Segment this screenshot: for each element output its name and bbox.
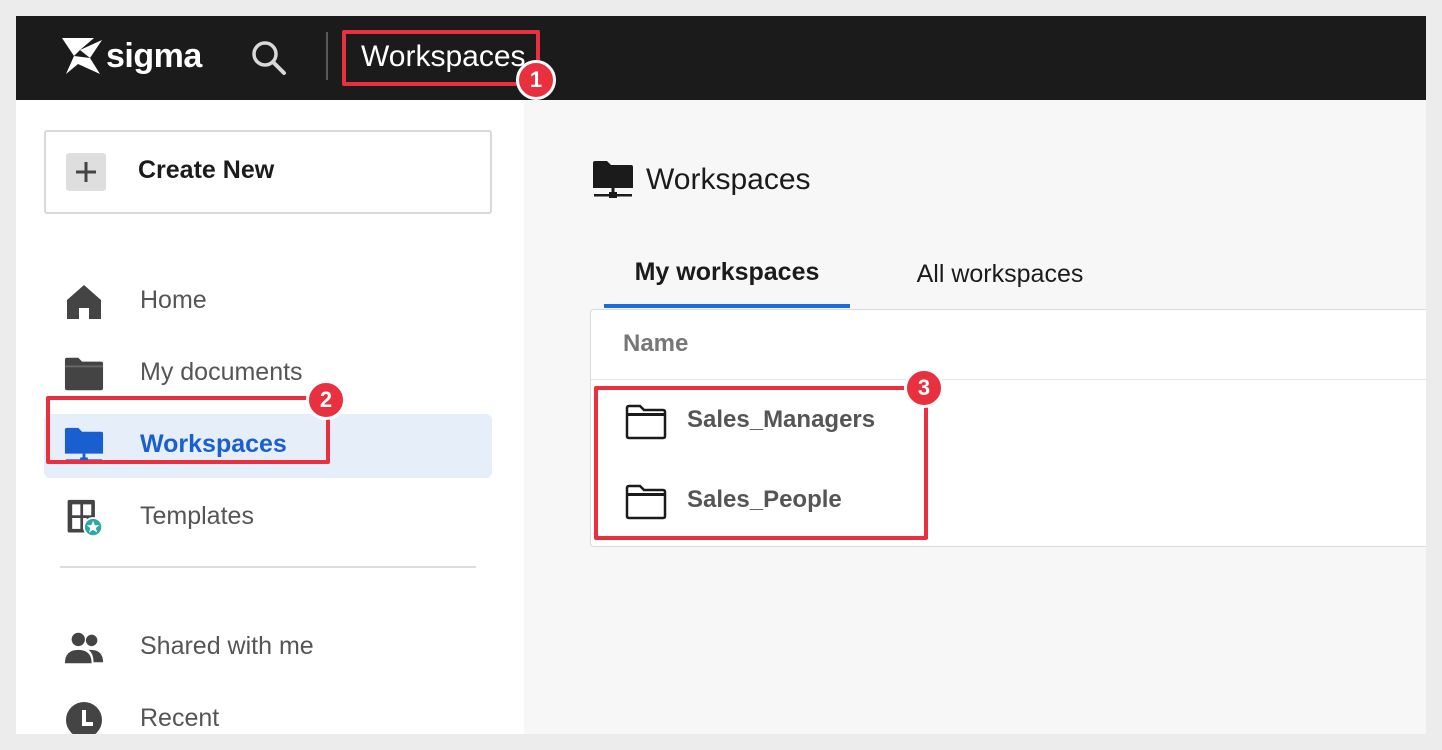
- sidebar-item-label: Shared with me: [140, 632, 314, 660]
- workspace-table: Name Sales_Managers Sales_People: [590, 309, 1426, 547]
- workspace-name: Sales_People: [687, 486, 842, 513]
- folder-icon: [625, 404, 667, 440]
- sidebar-item-templates[interactable]: Templates: [44, 486, 492, 550]
- main-content: Workspaces My workspaces All workspaces …: [524, 100, 1426, 734]
- workspace-icon: [64, 426, 104, 466]
- create-new-label: Create New: [138, 156, 275, 184]
- sidebar-item-home[interactable]: Home: [44, 270, 492, 334]
- sidebar-item-label: Workspaces: [140, 430, 287, 458]
- sidebar-divider: [60, 566, 476, 568]
- top-bar: sigma Workspaces: [16, 16, 1426, 100]
- workspace-name: Sales_Managers: [687, 406, 876, 433]
- sidebar-item-label: Home: [140, 286, 207, 314]
- brand-name: sigma: [106, 37, 202, 75]
- callout-badge-1: 1: [516, 60, 556, 100]
- folder-icon: [625, 484, 667, 520]
- app-window: sigma Workspaces Create New Home My docu…: [16, 16, 1426, 734]
- sidebar-item-label: Templates: [140, 502, 254, 530]
- callout-badge-3: 3: [904, 368, 944, 408]
- page-title: Workspaces: [646, 163, 811, 196]
- topbar-title[interactable]: Workspaces: [361, 38, 526, 76]
- callout-badge-2: 2: [306, 380, 346, 420]
- sidebar-item-recent[interactable]: Recent: [44, 688, 492, 734]
- clock-icon: [64, 700, 104, 734]
- templates-icon: [64, 498, 104, 538]
- create-new-button[interactable]: Create New: [44, 130, 492, 214]
- search-icon: [252, 41, 286, 75]
- sidebar-item-label: My documents: [140, 358, 303, 386]
- column-header-name[interactable]: Name: [623, 330, 688, 358]
- people-icon: [64, 628, 104, 668]
- table-row[interactable]: Sales_Managers: [591, 382, 1426, 462]
- sidebar: Create New Home My documents Workspaces: [16, 100, 524, 734]
- sigma-logo[interactable]: sigma: [60, 34, 202, 78]
- workspace-icon: [593, 161, 633, 198]
- sidebar-item-label: Recent: [140, 704, 220, 732]
- home-icon: [64, 282, 104, 322]
- tab-my-workspaces[interactable]: My workspaces: [604, 240, 850, 308]
- topbar-divider: [326, 32, 328, 80]
- plus-icon: [66, 153, 106, 191]
- search-button[interactable]: [248, 37, 290, 79]
- folder-icon: [64, 354, 104, 394]
- page-heading: Workspaces: [592, 160, 811, 200]
- table-row[interactable]: Sales_People: [591, 462, 1426, 542]
- sigma-logo-icon: [62, 38, 102, 74]
- sidebar-item-my-documents[interactable]: My documents: [44, 342, 492, 406]
- tab-all-workspaces[interactable]: All workspaces: [888, 240, 1112, 308]
- sidebar-item-workspaces[interactable]: Workspaces: [44, 414, 492, 478]
- table-header: Name: [591, 310, 1426, 380]
- sidebar-item-shared-with-me[interactable]: Shared with me: [44, 616, 492, 680]
